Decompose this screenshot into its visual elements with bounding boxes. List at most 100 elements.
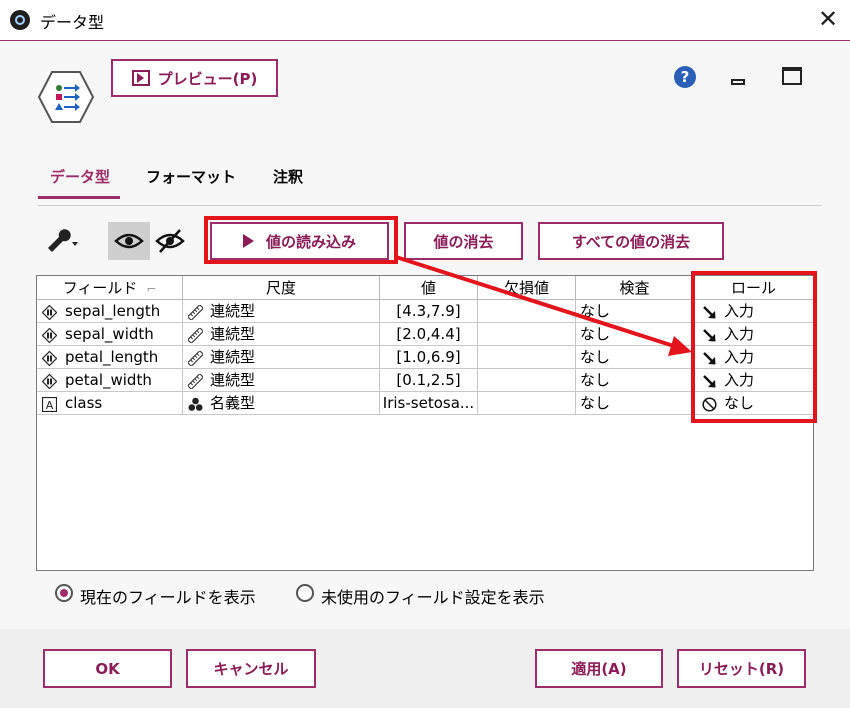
cell-measure-text: 連続型: [210, 371, 256, 389]
ruler-icon: [186, 303, 205, 322]
cell-values[interactable]: [0.1,2.5]: [380, 369, 478, 392]
column-header-check[interactable]: 検査: [576, 276, 694, 300]
reset-button[interactable]: リセット(R): [677, 649, 806, 688]
cell-check[interactable]: なし: [576, 369, 694, 392]
read-values-button[interactable]: 値の読み込み: [210, 222, 389, 260]
title-bar: データ型 ✕: [0, 0, 850, 41]
table-row[interactable]: Aclass 名義型 Iris-setosa... なし なし: [37, 392, 813, 415]
cell-measure[interactable]: 名義型: [183, 392, 380, 415]
cell-check[interactable]: なし: [576, 323, 694, 346]
tab-data-type[interactable]: データ型: [50, 166, 110, 187]
cell-measure-text: 連続型: [210, 302, 256, 320]
ruler-icon: [186, 326, 205, 345]
cell-role[interactable]: 入力: [694, 323, 813, 346]
table-row[interactable]: sepal_length 連続型 [4.3,7.9] なし 入力: [37, 300, 813, 323]
continuous-field-icon: [41, 327, 58, 344]
cell-role[interactable]: 入力: [694, 346, 813, 369]
hide-eye-toggle[interactable]: [152, 222, 188, 260]
cell-missing[interactable]: [478, 323, 576, 346]
sort-icon: ⌐: [146, 282, 157, 296]
clear-values-button[interactable]: 値の消去: [404, 222, 523, 260]
cell-check[interactable]: なし: [576, 392, 694, 415]
field-column-label: フィールド: [62, 279, 138, 297]
cell-measure[interactable]: 連続型: [183, 323, 380, 346]
cell-missing[interactable]: [478, 392, 576, 415]
none-circle-icon: [702, 396, 717, 412]
show-unused-settings-label[interactable]: 未使用のフィールド設定を表示: [321, 584, 545, 608]
cell-measure[interactable]: 連続型: [183, 369, 380, 392]
tab-annotation[interactable]: 注釈: [273, 166, 303, 187]
cell-measure-text: 連続型: [210, 348, 256, 366]
show-current-fields-radio[interactable]: [55, 584, 73, 602]
continuous-field-icon: [41, 350, 58, 367]
cell-role[interactable]: 入力: [694, 300, 813, 323]
input-arrow-icon: [702, 304, 717, 319]
column-header-missing[interactable]: 欠損値: [478, 276, 576, 300]
input-arrow-icon: [702, 373, 717, 388]
cell-check[interactable]: なし: [576, 346, 694, 369]
column-header-values[interactable]: 値: [380, 276, 478, 300]
show-unused-settings-radio[interactable]: [296, 584, 314, 602]
preview-button[interactable]: プレビュー(P): [111, 59, 278, 97]
eye-icon: [114, 233, 144, 249]
cell-field-text: sepal_length: [65, 302, 161, 320]
cell-measure[interactable]: 連続型: [183, 300, 380, 323]
show-eye-toggle[interactable]: [108, 222, 150, 260]
cell-role[interactable]: なし: [694, 392, 813, 415]
cell-role-text: 入力: [724, 371, 755, 389]
play-icon: [131, 70, 150, 86]
cell-missing[interactable]: [478, 346, 576, 369]
cell-values[interactable]: [2.0,4.4]: [380, 323, 478, 346]
cell-field-text: class: [65, 394, 103, 412]
active-tab-indicator: [38, 196, 120, 199]
table-row[interactable]: petal_width 連続型 [0.1,2.5] なし 入力: [37, 369, 813, 392]
tab-format[interactable]: フォーマット: [146, 166, 236, 187]
cell-measure-text: 名義型: [210, 394, 256, 412]
column-header-measure[interactable]: 尺度: [183, 276, 380, 300]
play-triangle-icon: [242, 234, 254, 248]
clear-all-values-button[interactable]: すべての値の消去: [538, 222, 724, 260]
close-icon[interactable]: ✕: [814, 4, 842, 34]
cell-field: Aclass: [37, 392, 183, 415]
cell-field-text: petal_length: [65, 348, 159, 366]
cell-check-text: なし: [580, 348, 611, 366]
continuous-field-icon: [41, 373, 58, 390]
cell-check-text: なし: [580, 302, 611, 320]
column-header-role[interactable]: ロール: [694, 276, 813, 300]
cell-field-text: petal_width: [65, 371, 152, 389]
help-icon[interactable]: ?: [674, 66, 696, 88]
table-row[interactable]: petal_length 連続型 [1.0,6.9] なし 入力: [37, 346, 813, 369]
cell-missing[interactable]: [478, 300, 576, 323]
app-logo-icon: [10, 10, 30, 30]
column-header-field[interactable]: フィールド ⌐: [37, 276, 183, 300]
read-values-label: 値の読み込み: [265, 232, 356, 251]
apply-button[interactable]: 適用(A): [535, 649, 663, 688]
cell-field: petal_width: [37, 369, 183, 392]
cell-field: sepal_length: [37, 300, 183, 323]
wrench-icon[interactable]: [44, 226, 84, 256]
window-title: データ型: [40, 13, 105, 32]
maximize-icon[interactable]: [782, 67, 802, 85]
cell-values[interactable]: [1.0,6.9]: [380, 346, 478, 369]
nominal-dots-icon: [188, 396, 203, 411]
cell-check-text: なし: [580, 371, 611, 389]
cell-missing[interactable]: [478, 369, 576, 392]
ruler-icon: [186, 349, 205, 368]
cell-role[interactable]: 入力: [694, 369, 813, 392]
input-arrow-icon: [702, 327, 717, 342]
cell-values-text: [4.3,7.9]: [396, 302, 461, 320]
type-node-icon: [37, 71, 95, 123]
cell-field: sepal_width: [37, 323, 183, 346]
minimize-icon[interactable]: [731, 79, 745, 85]
ruler-icon: [186, 372, 205, 391]
ok-button[interactable]: OK: [43, 649, 172, 688]
cell-measure[interactable]: 連続型: [183, 346, 380, 369]
cancel-button[interactable]: キャンセル: [186, 649, 316, 688]
show-current-fields-label[interactable]: 現在のフィールドを表示: [80, 584, 256, 608]
string-field-icon: A: [41, 396, 58, 413]
cell-values[interactable]: Iris-setosa...: [380, 392, 478, 415]
cell-values[interactable]: [4.3,7.9]: [380, 300, 478, 323]
cell-role-text: 入力: [724, 302, 755, 320]
table-row[interactable]: sepal_width 連続型 [2.0,4.4] なし 入力: [37, 323, 813, 346]
cell-check[interactable]: なし: [576, 300, 694, 323]
